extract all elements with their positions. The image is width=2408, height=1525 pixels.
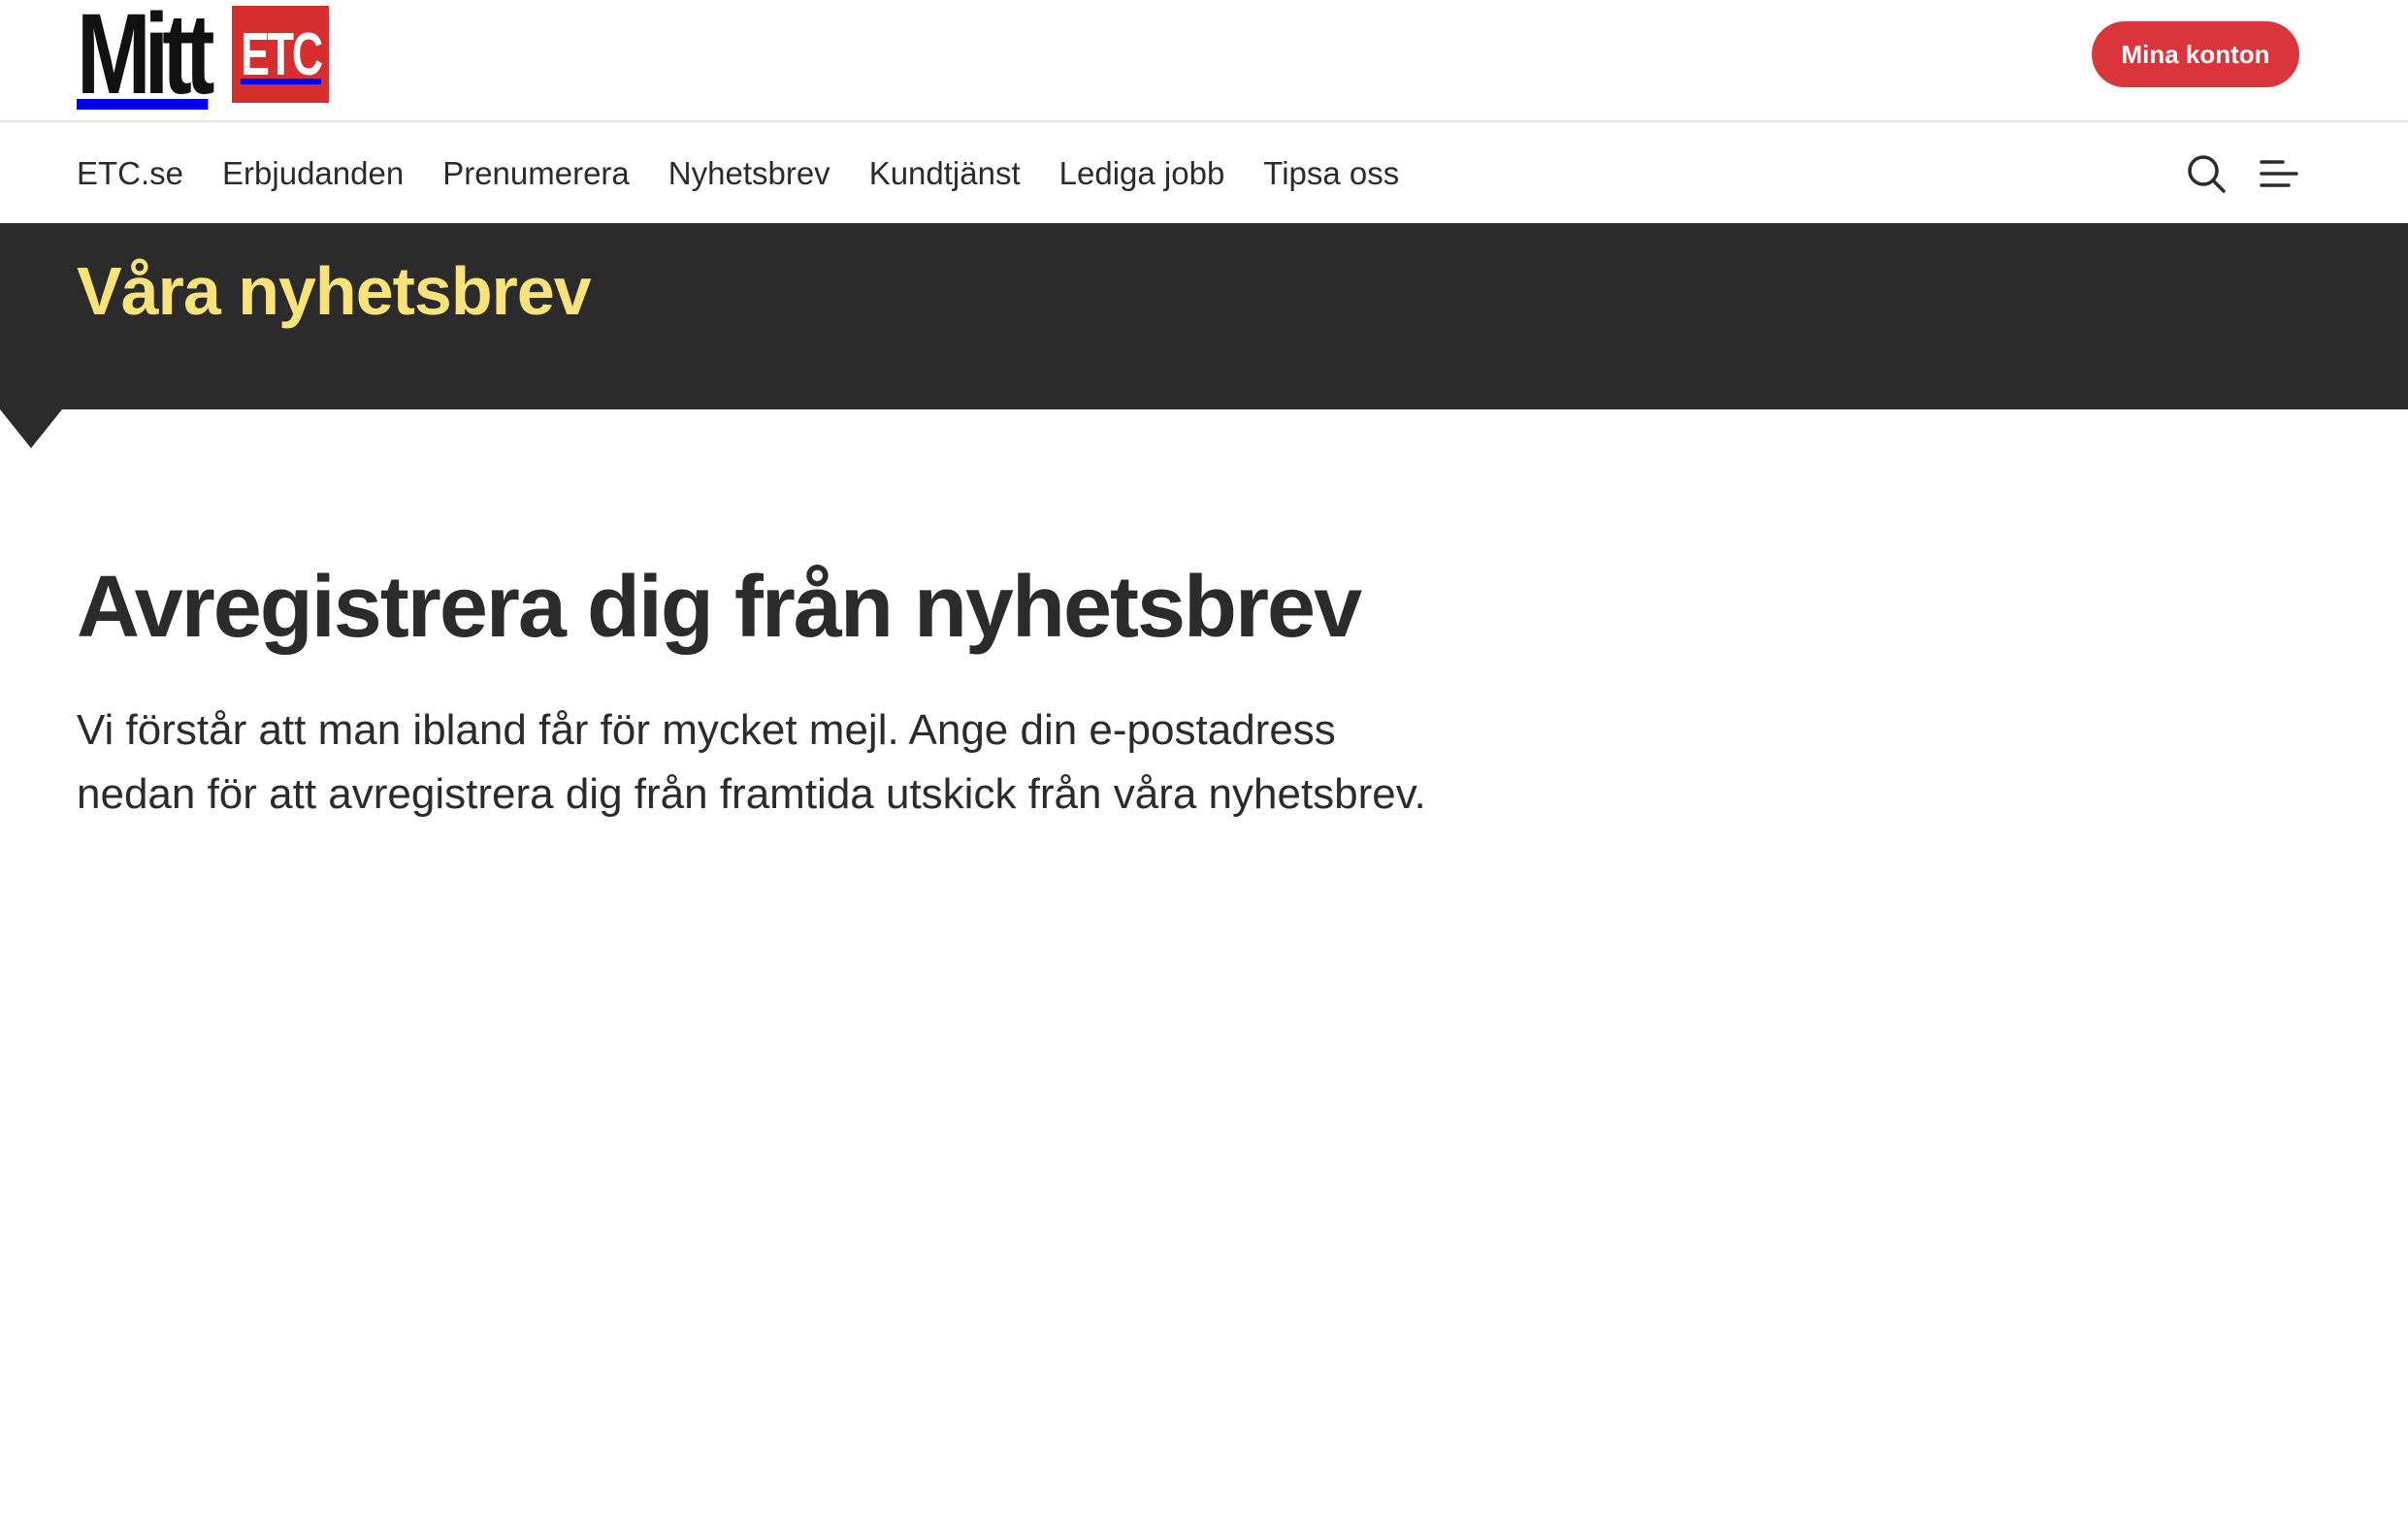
site-logo[interactable]: Mitt ETC (77, 0, 329, 118)
nav-link-kundtjanst[interactable]: Kundtjänst (869, 155, 1021, 191)
page-banner: Våra nyhetsbrev (0, 223, 2408, 409)
banner-notch (0, 409, 62, 448)
nav-item-erbjudanden: Erbjudanden (222, 155, 404, 192)
nav-link-lediga-jobb[interactable]: Lediga jobb (1059, 155, 1225, 191)
nav-item-etc: ETC.se (77, 155, 183, 192)
banner-title: Våra nyhetsbrev (77, 253, 592, 329)
nav-link-etc[interactable]: ETC.se (77, 155, 183, 191)
nav-item-tipsa-oss: Tipsa oss (1263, 155, 1399, 192)
menu-button[interactable] (2257, 151, 2301, 196)
search-icon (2188, 155, 2226, 193)
nav-item-prenumerera: Prenumerera (442, 155, 630, 192)
intro-text: Vi förstår att man ibland får för mycket… (77, 706, 1426, 818)
logo-badge-text: ETC (240, 20, 323, 88)
nav-item-lediga-jobb: Lediga jobb (1059, 155, 1225, 192)
nav-item-nyhetsbrev: Nyhetsbrev (668, 155, 830, 192)
nav-item-kundtjanst: Kundtjänst (869, 155, 1021, 192)
nav-links: ETC.se Erbjudanden Prenumerera Nyhetsbre… (77, 124, 1399, 223)
menu-icon (2260, 160, 2298, 187)
main-nav: ETC.se Erbjudanden Prenumerera Nyhetsbre… (0, 124, 2408, 223)
logo-badge: ETC (232, 6, 329, 103)
search-button[interactable] (2184, 151, 2229, 196)
nav-link-erbjudanden[interactable]: Erbjudanden (222, 155, 404, 191)
page-title: Avregistrera dig från nyhetsbrev (77, 559, 1362, 656)
logo-wordmark: Mitt (77, 0, 214, 118)
site-header: Mitt ETC Mina konton (0, 0, 2408, 122)
nav-link-tipsa-oss[interactable]: Tipsa oss (1263, 155, 1399, 191)
my-accounts-button[interactable]: Mina konton (2092, 21, 2299, 87)
nav-link-nyhetsbrev[interactable]: Nyhetsbrev (668, 155, 830, 191)
nav-link-prenumerera[interactable]: Prenumerera (442, 155, 630, 191)
